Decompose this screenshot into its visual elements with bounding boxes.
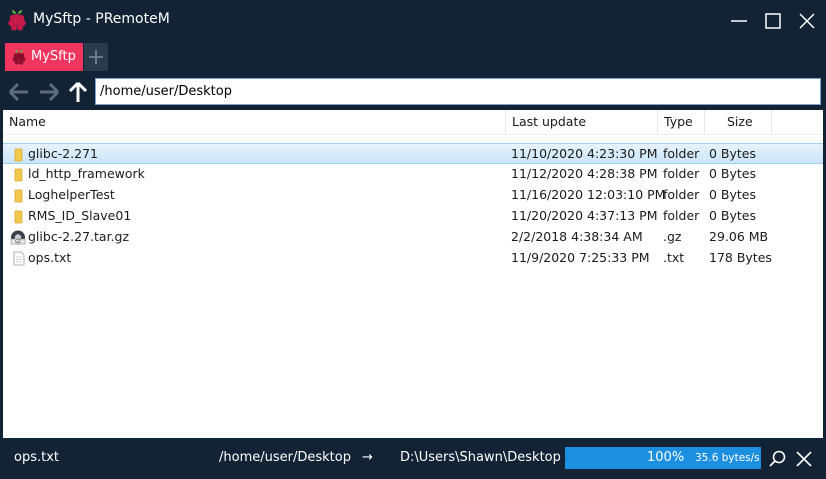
folder-icon: [12, 209, 26, 224]
file-size: 0 Bytes: [709, 146, 757, 161]
file-name: glibc-2.271: [28, 146, 98, 161]
minimize-button[interactable]: [725, 8, 753, 34]
raspberry-pi-icon: [11, 48, 27, 66]
file-name: ops.txt: [28, 250, 72, 265]
file-name: RMS_ID_Slave01: [28, 208, 132, 223]
transfer-local-path: D:\Users\Shawn\Desktop: [400, 450, 561, 465]
close-icon: [796, 451, 812, 467]
raspberry-pi-icon: [6, 8, 28, 32]
arrow-left-icon: [8, 82, 28, 102]
arrow-up-icon: [68, 81, 88, 102]
transfer-progress-bar: 100% 35.6 bytes/s: [565, 447, 761, 469]
minimize-icon: [731, 20, 747, 22]
svg-text:GZ: GZ: [15, 239, 21, 244]
search-button[interactable]: [767, 448, 789, 470]
maximize-button[interactable]: [759, 8, 787, 34]
file-name: glibc-2.27.tar.gz: [28, 229, 130, 244]
header-divider: [3, 134, 823, 135]
arrow-right-icon: [40, 82, 60, 102]
file-size: 0 Bytes: [709, 187, 757, 202]
add-tab-button[interactable]: [84, 43, 108, 71]
file-type: .txt: [663, 250, 685, 265]
file-last-update: 11/10/2020 4:23:30 PM: [511, 146, 658, 161]
plus-icon: [89, 50, 103, 64]
forward-button[interactable]: [36, 80, 62, 104]
transfer-file-name: ops.txt: [14, 450, 59, 465]
progress-percent: 100%: [647, 450, 685, 465]
file-size: 0 Bytes: [709, 166, 757, 181]
file-type: folder: [663, 166, 700, 181]
table-row[interactable]: ops.txt 11/9/2020 7:25:33 PM .txt 178 By…: [3, 248, 823, 269]
maximize-icon: [765, 13, 781, 29]
tab-mysftp[interactable]: MySftp: [5, 43, 83, 71]
title-bar: MySftp - PRemoteM: [0, 0, 826, 40]
folder-icon: [12, 167, 26, 182]
file-type: .gz: [663, 229, 682, 244]
column-header-last-update[interactable]: Last update: [506, 110, 658, 134]
column-header-size[interactable]: Size: [705, 110, 772, 134]
transfer-speed: 35.6 bytes/s: [695, 452, 760, 464]
text-file-icon: [12, 251, 26, 266]
table-row[interactable]: glibc-2.271 11/10/2020 4:23:30 PM folder…: [3, 143, 823, 164]
table-row[interactable]: RMS_ID_Slave01 11/20/2020 4:37:13 PM fol…: [3, 206, 823, 227]
file-last-update: 11/12/2020 4:28:38 PM: [511, 166, 658, 181]
tab-label: MySftp: [31, 49, 76, 64]
file-last-update: 11/9/2020 7:25:33 PM: [511, 250, 650, 265]
file-last-update: 11/20/2020 4:37:13 PM: [511, 208, 658, 223]
file-size: 29.06 MB: [709, 229, 769, 244]
file-size: 178 Bytes: [709, 250, 772, 265]
file-last-update: 2/2/2018 4:38:34 AM: [511, 229, 643, 244]
archive-icon: GZ: [10, 230, 26, 245]
folder-icon: [12, 188, 26, 203]
transfer-remote-path: /home/user/Desktop: [219, 450, 351, 465]
folder-icon: [12, 147, 26, 162]
transfer-direction-arrow: →: [362, 450, 373, 465]
file-list[interactable]: Name Last update Type Size glibc-2.271 1…: [3, 110, 823, 438]
column-header-type[interactable]: Type: [658, 110, 705, 134]
file-last-update: 11/16/2020 12:03:10 PM: [511, 187, 666, 202]
back-button[interactable]: [6, 80, 32, 104]
search-icon: [769, 450, 786, 467]
file-type: folder: [663, 187, 700, 202]
close-transfer-button[interactable]: [793, 448, 815, 470]
file-type: folder: [663, 146, 700, 161]
up-directory-button[interactable]: [66, 80, 92, 104]
close-icon: [799, 13, 815, 29]
file-type: folder: [663, 208, 700, 223]
file-size: 0 Bytes: [709, 208, 757, 223]
list-header: Name Last update Type Size: [3, 110, 823, 134]
table-row[interactable]: LoghelperTest 11/16/2020 12:03:10 PM fol…: [3, 185, 823, 206]
file-name: LoghelperTest: [28, 187, 115, 202]
path-input[interactable]: [95, 78, 821, 105]
column-header-name[interactable]: Name: [3, 110, 506, 134]
close-window-button[interactable]: [793, 8, 821, 34]
table-row[interactable]: ld_http_framework 11/12/2020 4:28:38 PM …: [3, 164, 823, 185]
table-row[interactable]: GZ glibc-2.27.tar.gz 2/2/2018 4:38:34 AM…: [3, 227, 823, 248]
file-name: ld_http_framework: [28, 166, 145, 181]
window-title: MySftp - PRemoteM: [33, 11, 170, 27]
